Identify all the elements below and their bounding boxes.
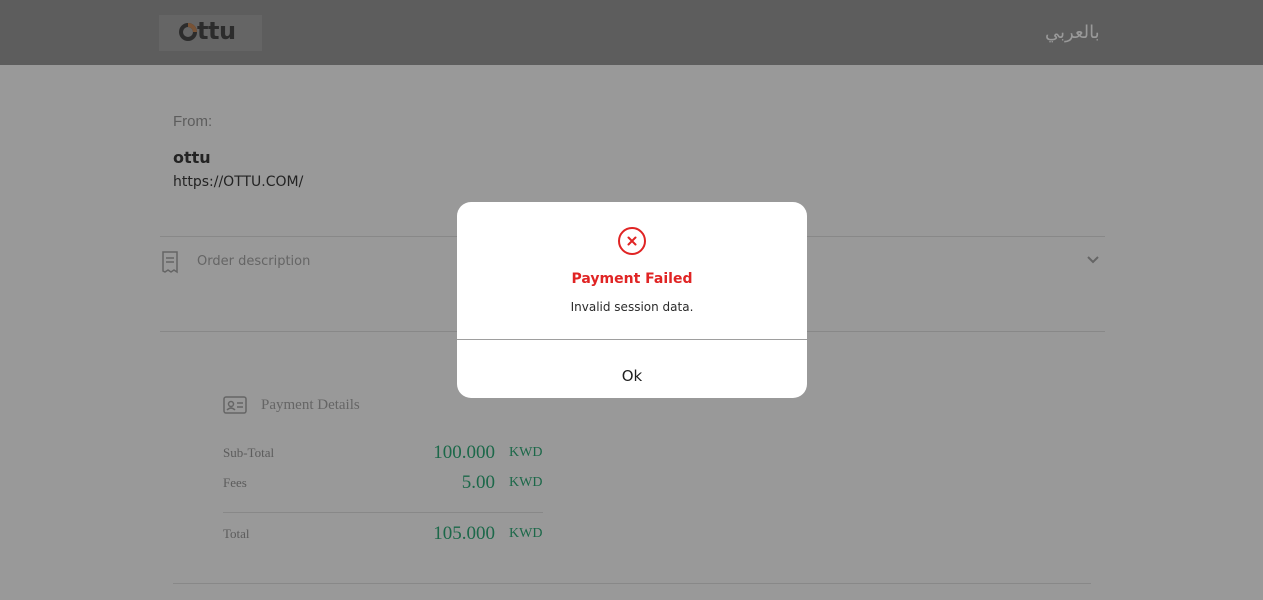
payment-failed-dialog: Payment Failed Invalid session data. Ok (457, 202, 807, 398)
ok-button[interactable]: Ok (457, 340, 807, 398)
dialog-title: Payment Failed (571, 271, 693, 287)
error-circle-x-icon (618, 227, 646, 255)
dialog-message: Invalid session data. (570, 300, 694, 314)
